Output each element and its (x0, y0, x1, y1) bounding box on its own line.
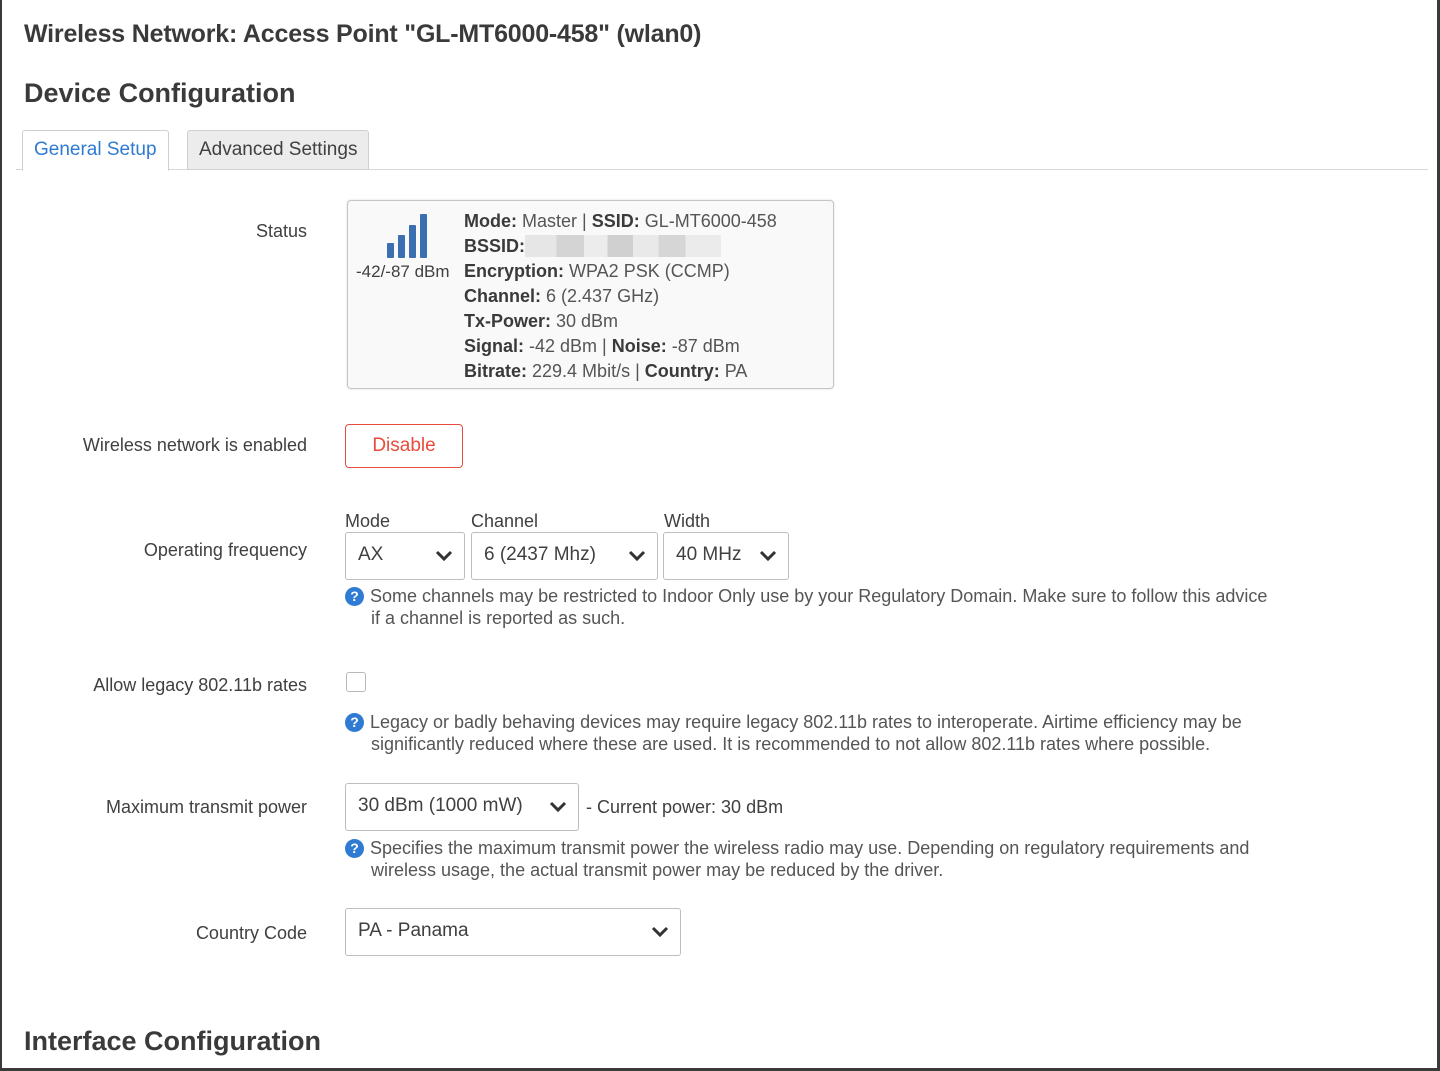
mode-select[interactable]: AX (345, 532, 465, 580)
ssid-key: SSID: (591, 211, 640, 231)
bssid-key: BSSID: (464, 236, 526, 256)
chevron-down-icon (435, 550, 453, 562)
width-select[interactable]: 40 MHz (663, 532, 789, 580)
bitrate-key: Bitrate: (464, 361, 528, 381)
page-frame: Wireless Network: Access Point "GL-MT600… (0, 0, 1440, 1071)
legacy-label: Allow legacy 802.11b rates (93, 675, 307, 695)
signal-value: -42 dBm | (524, 336, 612, 356)
channel-label: Channel (471, 511, 539, 531)
channel-select-value: 6 (2437 Mhz) (484, 544, 596, 565)
current-power-note: - Current power: 30 dBm (586, 797, 784, 817)
mode-select-value: AX (358, 544, 384, 565)
encryption-key: Encryption: (464, 261, 565, 281)
country-select[interactable]: PA - Panama (345, 908, 681, 956)
help-circle-icon: ? (345, 713, 364, 732)
country-key: Country: (644, 361, 720, 381)
country-label: Country Code (195, 923, 307, 943)
disable-button[interactable]: Disable (345, 424, 463, 468)
country-value: PA (719, 361, 748, 381)
width-label: Width (664, 511, 711, 531)
chevron-down-icon (651, 926, 669, 938)
status-box: -42/-87 dBm Mode: Master | SSID: GL-MT60… (347, 200, 834, 389)
txpower-hint-line2: wireless usage, the actual transmit powe… (371, 860, 944, 880)
help-circle-icon: ? (345, 587, 364, 606)
noise-key: Noise: (611, 336, 667, 356)
device-config-heading: Device Configuration (24, 78, 296, 108)
frequency-hint: ? Some channels may be restricted to Indo… (345, 585, 1267, 629)
chevron-down-icon (759, 550, 777, 562)
country-select-value: PA - Panama (358, 920, 469, 941)
legacy-hint-line2: significantly reduced where these are us… (371, 734, 1211, 754)
enabled-label: Wireless network is enabled (82, 435, 307, 455)
interface-config-heading: Interface Configuration (24, 1026, 322, 1056)
channel-key: Channel: (464, 286, 542, 306)
mode-value: Master | (517, 211, 592, 231)
ssid-value: GL-MT6000-458 (639, 211, 777, 231)
frequency-label: Operating frequency (143, 540, 307, 560)
tab-general-setup[interactable]: General Setup (22, 130, 169, 171)
bitrate-value: 229.4 Mbit/s | (527, 361, 645, 381)
noise-value: -87 dBm (666, 336, 740, 356)
page-title: Wireless Network: Access Point "GL-MT600… (24, 20, 702, 48)
txpower-select[interactable]: 30 dBm (1000 mW) (345, 783, 579, 831)
mode-key: Mode: (464, 211, 517, 231)
txpower-value: 30 dBm (551, 311, 619, 331)
frequency-hint-line1: Some channels may be restricted to Indoo… (370, 586, 1268, 606)
txpower-label: Maximum transmit power (105, 797, 307, 817)
signal-key: Signal: (464, 336, 525, 356)
bssid-redacted (525, 235, 722, 257)
width-select-value: 40 MHz (676, 544, 742, 565)
tab-bar: General Setup Advanced Settings (16, 130, 1428, 171)
txpower-hint: ? Specifies the maximum transmit power th… (345, 837, 1249, 881)
legacy-hint: ? Legacy or badly behaving devices may re… (345, 711, 1242, 755)
channel-value: 6 (2.437 GHz) (541, 286, 660, 306)
txpower-select-value: 30 dBm (1000 mW) (358, 795, 523, 816)
legacy-rates-checkbox[interactable] (346, 672, 366, 692)
mode-label: Mode (345, 511, 391, 531)
legacy-hint-line1: Legacy or badly behaving devices may req… (370, 712, 1242, 732)
status-label: Status (255, 221, 307, 241)
channel-select[interactable]: 6 (2437 Mhz) (471, 532, 658, 580)
tab-advanced-settings[interactable]: Advanced Settings (187, 130, 370, 170)
encryption-value: WPA2 PSK (CCMP) (564, 261, 730, 281)
help-circle-icon: ? (345, 839, 364, 858)
txpower-key: Tx-Power: (464, 311, 552, 331)
frequency-hint-line2: if a channel is reported as such. (371, 608, 626, 628)
chevron-down-icon (549, 801, 567, 813)
signal-readout: -42/-87 dBm (356, 262, 450, 281)
chevron-down-icon (628, 550, 646, 562)
status-details: Mode: Master | SSID: GL-MT6000-458 BSSID… (464, 209, 777, 384)
txpower-hint-line1: Specifies the maximum transmit power the… (370, 838, 1250, 858)
signal-bars-icon (387, 214, 427, 258)
